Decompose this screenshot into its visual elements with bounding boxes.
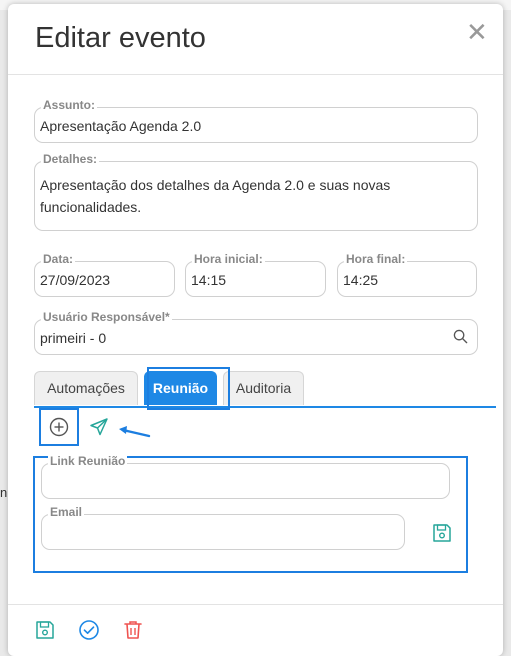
- tab-highlight-box: [147, 367, 230, 410]
- search-icon[interactable]: [453, 329, 468, 349]
- email-label: Email: [48, 505, 85, 519]
- details-value: Apresentação dos detalhes da Agenda 2.0 …: [40, 177, 391, 215]
- start-time-value: 14:15: [191, 272, 227, 288]
- subject-label: Assunto:: [41, 98, 97, 112]
- meeting-link-field[interactable]: Link Reunião: [41, 454, 450, 499]
- end-time-field[interactable]: Hora final: 14:25: [337, 252, 477, 297]
- send-icon[interactable]: [89, 417, 109, 442]
- edit-event-modal: Editar evento ✕ Assunto: Apresentação Ag…: [8, 4, 503, 656]
- start-time-label: Hora inicial:: [192, 252, 265, 266]
- check-circle-icon[interactable]: [78, 619, 100, 646]
- tab-bar: Automações Reunião Auditoria: [34, 371, 496, 408]
- meeting-link-label: Link Reunião: [48, 454, 128, 468]
- footer-divider: [8, 604, 503, 605]
- meeting-save-icon[interactable]: [431, 522, 453, 549]
- details-field[interactable]: Detalhes: Apresentação dos detalhes da A…: [34, 152, 478, 231]
- footer-save-icon[interactable]: [34, 619, 56, 646]
- annotation-arrow: [117, 424, 151, 445]
- backdrop-text-fragment: n: [0, 485, 8, 500]
- tab-underline: [34, 406, 496, 408]
- end-time-label: Hora final:: [344, 252, 408, 266]
- start-time-field[interactable]: Hora inicial: 14:15: [185, 252, 326, 297]
- email-field[interactable]: Email: [41, 505, 405, 550]
- date-label: Data:: [41, 252, 76, 266]
- subject-field[interactable]: Assunto: Apresentação Agenda 2.0: [34, 98, 478, 143]
- subject-value: Apresentação Agenda 2.0: [40, 118, 202, 134]
- responsible-user-value: primeiri - 0: [40, 330, 107, 346]
- modal-title: Editar evento: [35, 22, 206, 54]
- end-time-value: 14:25: [343, 272, 379, 288]
- plus-circle-icon[interactable]: [49, 417, 69, 442]
- tab-auditoria[interactable]: Auditoria: [223, 371, 304, 405]
- details-label: Detalhes:: [41, 152, 100, 166]
- tab-automacoes[interactable]: Automações: [34, 371, 138, 405]
- trash-icon[interactable]: [122, 619, 144, 646]
- date-value: 27/09/2023: [40, 272, 111, 288]
- header-divider: [8, 74, 503, 75]
- responsible-user-field[interactable]: Usuário Responsável* primeiri - 0: [34, 310, 478, 355]
- responsible-user-label: Usuário Responsável*: [41, 310, 172, 324]
- close-icon[interactable]: ✕: [466, 19, 488, 45]
- date-field[interactable]: Data: 27/09/2023: [34, 252, 175, 297]
